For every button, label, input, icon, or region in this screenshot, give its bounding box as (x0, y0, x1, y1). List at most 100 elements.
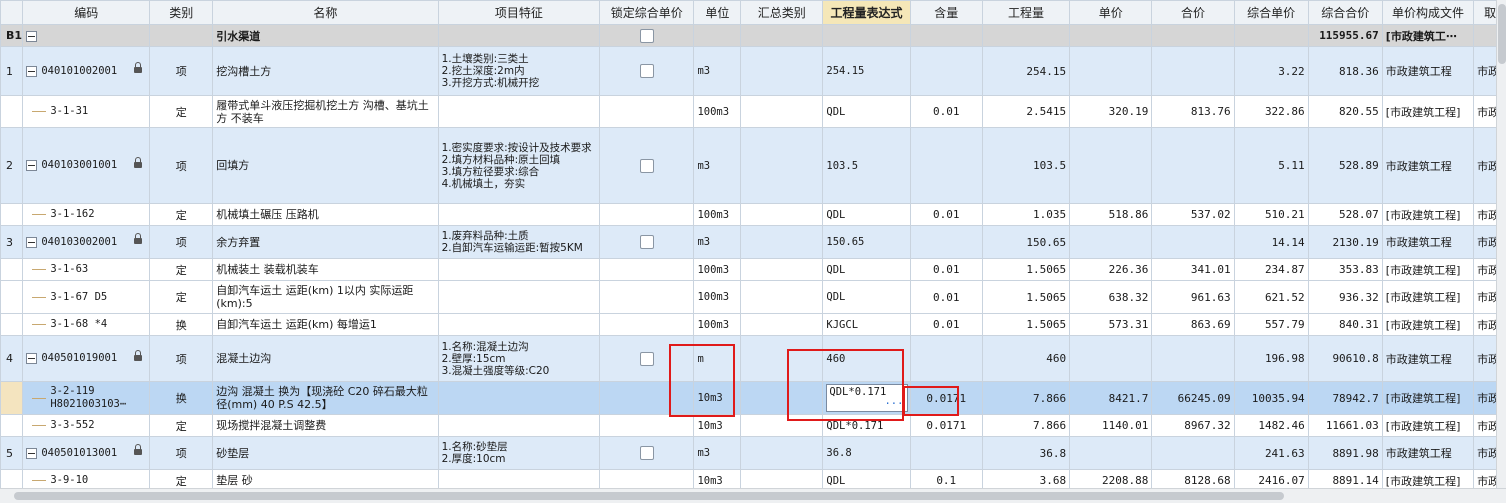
row-quantity-expression[interactable]: 254.15 (822, 46, 911, 96)
header-price-file[interactable]: 单价构成文件 (1381, 0, 1475, 25)
lock-price-checkbox[interactable] (639, 28, 654, 43)
row-quantity[interactable]: 254.15 (981, 46, 1071, 96)
row-code[interactable]: 3-9-10 (22, 469, 151, 488)
row-unit[interactable]: m3 (693, 436, 742, 470)
row-summary-category[interactable] (740, 46, 824, 96)
row-price-file[interactable]: 市政建筑工程 (1381, 436, 1475, 470)
sub-item-row[interactable]: 3-1-63 定机械装土 装载机装车 100m3 QDL 0.01 1.5065 226.3… (0, 258, 1496, 281)
row-content[interactable] (909, 335, 983, 382)
row-quantity-expression[interactable]: QDL (822, 280, 911, 314)
row-lock-price[interactable] (599, 335, 695, 382)
row-price-file[interactable]: [市政建筑工程] (1381, 469, 1475, 488)
header-type[interactable]: 类别 (149, 0, 214, 25)
header-price[interactable]: 单价 (1069, 0, 1153, 25)
row-quantity[interactable]: 36.8 (981, 436, 1071, 470)
header-summary-category[interactable]: 汇总类别 (740, 0, 824, 25)
row-content[interactable]: 0.01 (909, 280, 983, 314)
group-row[interactable]: B1 引水渠道 115955.67 [市政建筑工⋯ (0, 24, 1496, 47)
header-seq[interactable] (0, 0, 24, 25)
row-content[interactable] (909, 46, 983, 96)
group-lock-price[interactable] (599, 24, 695, 47)
row-price-file[interactable]: [市政建筑工程] (1381, 280, 1475, 314)
row-name[interactable]: 履带式单斗液压挖掘机挖土方 沟槽、基坑土方 不装车 (212, 95, 439, 128)
collapse-toggle-icon[interactable] (26, 160, 38, 172)
row-quantity[interactable]: 1.5065 (981, 280, 1071, 314)
item-row[interactable]: 1 040101002001 项挖沟槽土方 1.土壤类别:三类土 2.挖土深度:2m内 3… (0, 46, 1496, 96)
row-summary-category[interactable] (740, 414, 824, 437)
row-unit[interactable]: m3 (693, 46, 742, 96)
row-lock-price[interactable] (599, 381, 695, 415)
row-lock-price[interactable] (599, 127, 695, 204)
row-fee[interactable]: 市政建 (1473, 414, 1496, 437)
row-quantity[interactable]: 150.65 (981, 225, 1071, 259)
row-unit[interactable]: m3 (693, 225, 742, 259)
row-summary-category[interactable] (740, 95, 824, 128)
row-lock-price[interactable] (599, 258, 695, 281)
expression-editor[interactable]: QDL*0.171 ··· (826, 384, 909, 412)
sub-item-row[interactable]: 3-1-67 D5 定自卸汽车运土 运距(km) 1以内 实际运距(km):5 10… (0, 280, 1496, 314)
row-fee[interactable]: 市政建 (1473, 469, 1496, 488)
lock-price-checkbox[interactable] (639, 351, 654, 366)
row-summary-category[interactable] (740, 258, 824, 281)
row-summary-category[interactable] (740, 381, 824, 415)
row-code[interactable]: 3-1-31 (22, 95, 151, 128)
row-summary-category[interactable] (740, 203, 824, 226)
row-price-file[interactable]: [市政建筑工程] (1381, 381, 1475, 415)
row-lock-price[interactable] (599, 95, 695, 128)
row-unit[interactable]: 10m3 (693, 414, 742, 437)
row-content[interactable] (909, 225, 983, 259)
lock-price-checkbox[interactable] (639, 235, 654, 249)
row-name[interactable]: 自卸汽车运土 运距(km) 1以内 实际运距(km):5 (212, 280, 439, 314)
row-summary-category[interactable] (740, 313, 824, 336)
header-name[interactable]: 名称 (212, 0, 439, 25)
row-quantity[interactable]: 103.5 (981, 127, 1071, 204)
row-code[interactable]: 040501019001 (22, 335, 151, 382)
row-price-file[interactable]: [市政建筑工程] (1381, 313, 1475, 336)
row-spec[interactable]: 1.名称:混凝土边沟 2.壁厚:15cm 3.混凝土强度等级:C20 (437, 335, 601, 382)
lock-price-checkbox[interactable] (639, 446, 654, 460)
row-fee[interactable]: 市政建 (1473, 335, 1496, 382)
row-name[interactable]: 自卸汽车运土 运距(km) 每增运1 (212, 313, 439, 336)
row-price-file[interactable]: 市政建筑工程 (1381, 225, 1475, 259)
row-fee[interactable]: 市政建 (1473, 203, 1496, 226)
row-spec[interactable] (437, 280, 601, 314)
row-summary-category[interactable] (740, 225, 824, 259)
row-quantity-expression[interactable]: 150.65 (822, 225, 911, 259)
header-lock-price[interactable]: 锁定综合单价 (599, 0, 695, 25)
row-price-file[interactable]: 市政建筑工程 (1381, 46, 1475, 96)
header-composite-total[interactable]: 综合合价 (1307, 0, 1383, 25)
row-fee[interactable]: 市政建 (1473, 258, 1496, 281)
row-unit[interactable]: 100m3 (693, 203, 742, 226)
header-quantity[interactable]: 工程量 (981, 0, 1071, 25)
row-lock-price[interactable] (599, 436, 695, 470)
row-spec[interactable] (437, 414, 601, 437)
row-name[interactable]: 混凝土边沟 (212, 335, 439, 382)
row-content[interactable]: 0.01 (909, 95, 983, 128)
ellipsis-icon[interactable]: ··· (884, 398, 903, 410)
row-content[interactable]: 0.1 (909, 469, 983, 488)
header-spec[interactable]: 项目特征 (437, 0, 601, 25)
row-lock-price[interactable] (599, 469, 695, 488)
row-fee[interactable]: 市政建 (1473, 436, 1496, 470)
row-code[interactable]: 040103001001 (22, 127, 151, 204)
row-spec[interactable] (437, 203, 601, 226)
row-quantity[interactable]: 7.866 (981, 414, 1071, 437)
item-row[interactable]: 2 040103001001 项回填方 1.密实度要求:按设计及技术要求 2.填方材料品… (0, 127, 1496, 204)
row-lock-price[interactable] (599, 46, 695, 96)
row-code[interactable]: 3-1-67 D5 (22, 280, 151, 314)
row-price-file[interactable]: [市政建筑工程] (1381, 258, 1475, 281)
row-price-file[interactable]: [市政建筑工程] (1381, 95, 1475, 128)
row-fee[interactable]: 市政建 (1473, 381, 1496, 415)
lock-price-checkbox[interactable] (639, 64, 654, 78)
row-spec[interactable] (437, 313, 601, 336)
row-content[interactable] (909, 436, 983, 470)
collapse-toggle-icon[interactable] (26, 236, 38, 248)
row-lock-price[interactable] (599, 203, 695, 226)
row-spec[interactable] (437, 95, 601, 128)
row-price-file[interactable]: 市政建筑工程 (1381, 335, 1475, 382)
row-lock-price[interactable] (599, 313, 695, 336)
row-name[interactable]: 机械填土碾压 压路机 (212, 203, 439, 226)
row-fee[interactable]: 市政建 (1473, 95, 1496, 128)
header-code[interactable]: 编码 (22, 0, 151, 25)
row-lock-price[interactable] (599, 280, 695, 314)
